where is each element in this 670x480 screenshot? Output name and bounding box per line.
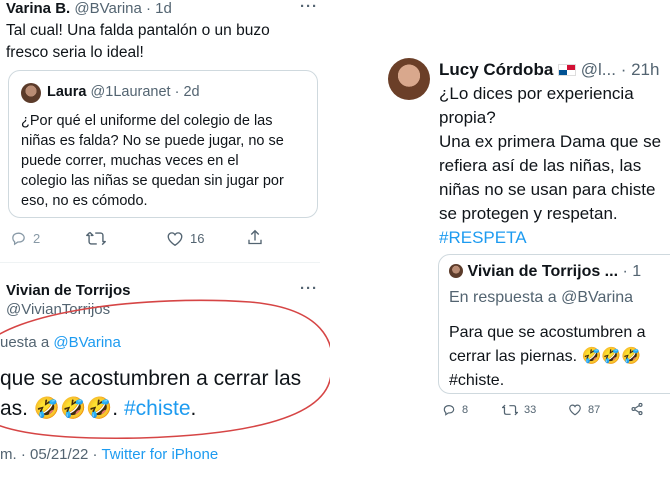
hashtag-link[interactable]: #RESPETA — [439, 226, 661, 250]
reply-button[interactable]: 8 — [442, 403, 468, 417]
reply-icon — [443, 405, 455, 416]
quoted-author-name: Vivian de Torrijos ... — [467, 263, 619, 280]
tweet-header: Lucy Córdoba @l... · 21h — [439, 60, 659, 80]
tweet-header: Varina B. @BVarina · 1d — [6, 0, 172, 17]
author-name[interactable]: Varina B. — [6, 0, 70, 17]
like-button[interactable]: 87 — [568, 403, 600, 416]
tweet-text: ¿Lo dices por experiencia propia? Una ex… — [439, 82, 661, 250]
retweet-button[interactable] — [86, 230, 106, 247]
tweet-text-line: fresco seria lo ideal! — [6, 44, 144, 61]
author-name[interactable]: Lucy Córdoba — [439, 60, 553, 79]
quoted-text-line: puede correr, muchas veces en el — [21, 153, 239, 169]
handle-time: @l... · 21h — [580, 60, 660, 79]
quoted-text-line: #chiste. — [449, 372, 505, 389]
retweet-icon — [86, 231, 106, 246]
quoted-text-line: niñas es falda? No se puede jugar, no se — [21, 133, 284, 149]
reply-count: 8 — [462, 404, 469, 416]
quoted-text-line: ¿Por qué el uniforme del colegio de las — [21, 113, 273, 129]
quoted-tweet-text: ¿Por qué el uniforme del colegio de las … — [21, 111, 284, 211]
quoted-tweet-card[interactable]: Vivian de Torrijos ... · 1 En respuesta … — [438, 254, 670, 394]
like-button[interactable]: 16 — [166, 230, 204, 247]
tweet-text-line: Tal cual! Una falda pantalón o un buzo — [6, 22, 270, 39]
more-icon[interactable]: ··· — [300, 0, 318, 15]
quoted-reply-context: En respuesta a @BVarina — [449, 289, 634, 306]
avatar[interactable] — [388, 58, 430, 100]
quoted-text-line: cerrar las piernas. 🤣🤣🤣 — [449, 348, 642, 365]
tweet-text-line: se protegen y respetan. — [439, 204, 618, 223]
panama-flag-icon — [558, 64, 577, 76]
quoted-time: · 1 — [622, 263, 642, 280]
retweet-icon — [502, 404, 518, 416]
share-icon — [248, 229, 262, 245]
retweet-button[interactable]: 33 — [502, 403, 536, 417]
quoted-tweet-header: Vivian de Torrijos ... · 1 — [449, 263, 641, 281]
quoted-tweet-card[interactable]: Laura @1Lauranet · 2d ¿Por qué el unifor… — [8, 70, 318, 218]
left-screenshot-panel: Varina B. @BVarina · 1d ··· Tal cual! Un… — [0, 0, 330, 480]
tweet-text: Tal cual! Una falda pantalón o un buzo f… — [6, 20, 270, 64]
tweet-text-line: niñas no se usan para chiste — [439, 180, 656, 199]
quoted-text-line: Para que se acostumbren a — [449, 324, 646, 341]
reply-count: 2 — [33, 231, 41, 246]
quoted-text-line: eso, no es cómodo. — [21, 193, 148, 209]
quoted-handle-time: @1Lauranet · 2d — [90, 84, 200, 100]
share-icon — [631, 402, 643, 416]
right-screenshot-panel: Lucy Córdoba @l... · 21h ¿Lo dices por e… — [380, 40, 670, 440]
tweet-text-line: refiera así de las niñas, las — [439, 156, 642, 175]
quoted-text-line: colegio las niñas se quedan sin jugar po… — [21, 173, 284, 189]
annotation-circle — [0, 299, 330, 440]
quoted-tweet-header: Laura @1Lauranet · 2d — [47, 84, 200, 100]
avatar — [449, 264, 463, 278]
reply-icon — [12, 232, 25, 246]
like-count: 16 — [190, 231, 205, 246]
like-count: 87 — [588, 403, 601, 416]
share-button[interactable] — [246, 228, 264, 247]
tweet-text-line: propia? — [439, 108, 496, 127]
handle-time: @BVarina · 1d — [74, 0, 172, 17]
heart-icon — [167, 232, 183, 247]
retweet-count: 33 — [524, 404, 537, 416]
quoted-tweet-text: Para que se acostumbren a cerrar las pie… — [449, 321, 646, 393]
quoted-author-name: Laura — [47, 84, 87, 100]
share-button[interactable] — [630, 402, 644, 416]
reply-button[interactable]: 2 — [10, 230, 40, 247]
heart-icon — [569, 404, 581, 416]
divider — [0, 262, 320, 263]
tweet-text-line: ¿Lo dices por experiencia — [439, 84, 634, 103]
tweet-text-line: Una ex primera Dama que se — [439, 132, 662, 151]
avatar[interactable] — [21, 83, 41, 103]
